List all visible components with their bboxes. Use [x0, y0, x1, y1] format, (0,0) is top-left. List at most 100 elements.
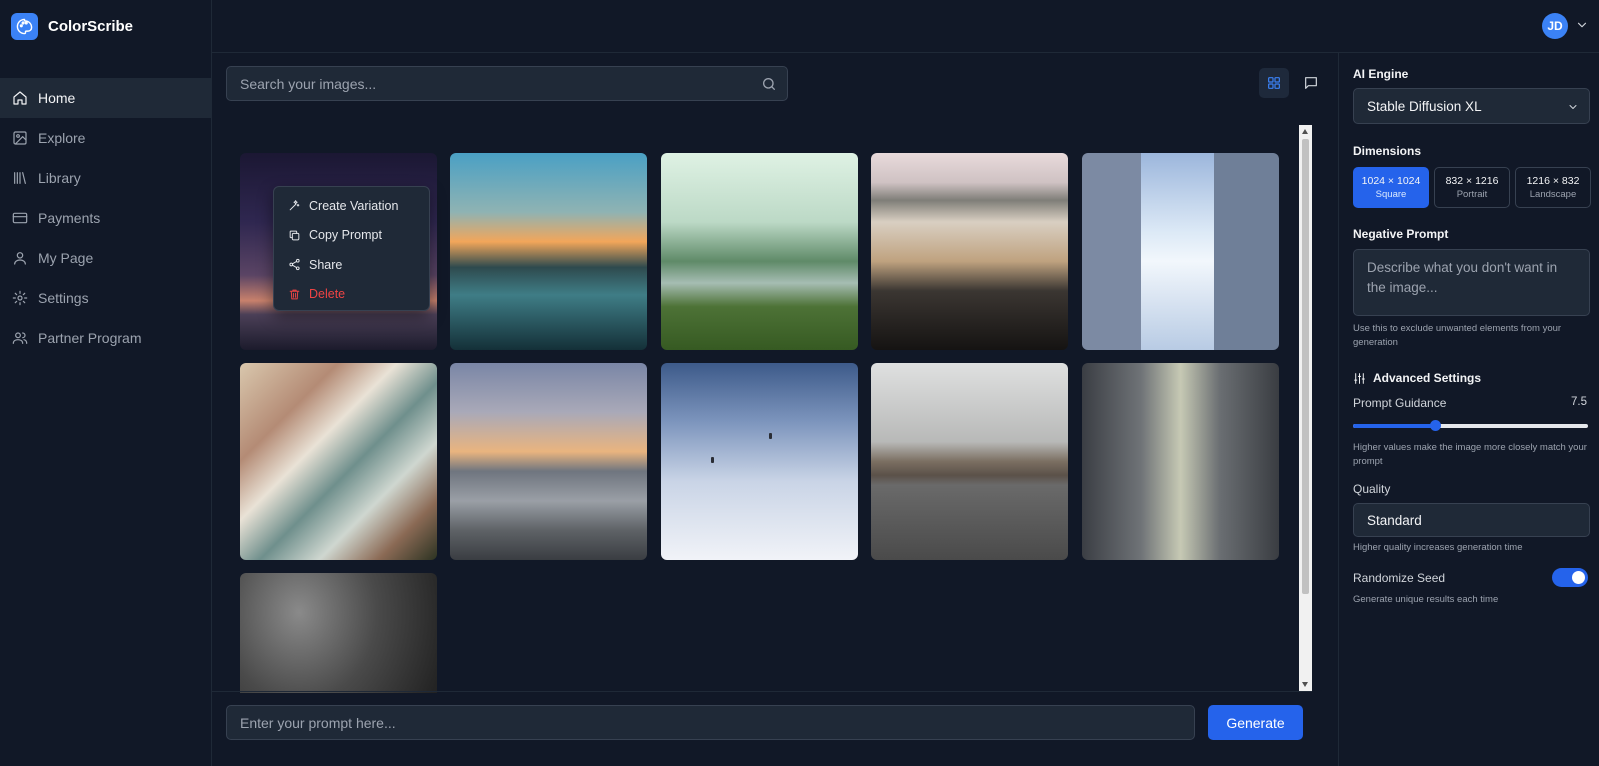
scroll-down-arrow[interactable]: [1302, 682, 1308, 687]
brand[interactable]: ColorScribe: [0, 0, 211, 52]
sidebar-item-explore[interactable]: Explore: [0, 118, 211, 158]
sidebar-nav: Home Explore Library Payments My Page Se…: [0, 78, 211, 358]
toggle-knob: [1572, 571, 1585, 584]
ai-engine-value: Stable Diffusion XL: [1367, 98, 1482, 114]
gallery-scrollbar[interactable]: [1299, 125, 1312, 691]
sliders-icon: [1354, 372, 1365, 384]
dimension-square-option[interactable]: 1024 × 1024 Square: [1353, 167, 1429, 208]
sidebar-item-partner-program[interactable]: Partner Program: [0, 318, 211, 358]
gallery-image-skyscraper[interactable]: [1082, 363, 1279, 560]
generate-button[interactable]: Generate: [1208, 705, 1303, 740]
prompt-input[interactable]: [227, 706, 1194, 739]
dimension-value: 832 × 1216: [1445, 175, 1499, 187]
dimension-label: Square: [1375, 189, 1407, 200]
quality-value: Standard: [1367, 512, 1422, 528]
create-variation-menu-item[interactable]: Create Variation: [274, 191, 429, 221]
advanced-settings-header[interactable]: Advanced Settings: [1353, 371, 1481, 385]
prompt-bar: Generate: [212, 691, 1312, 766]
negative-prompt-input[interactable]: [1354, 250, 1589, 315]
negative-prompt-label: Negative Prompt: [1353, 227, 1449, 241]
randomize-seed-hint: Generate unique results each time: [1353, 594, 1499, 605]
gallery-image-diver[interactable]: [240, 573, 437, 693]
users-icon: [12, 332, 28, 344]
menu-item-label: Delete: [309, 287, 346, 302]
negative-prompt-hint: Use this to exclude unwanted elements fr…: [1353, 323, 1562, 348]
palette-icon: [11, 12, 38, 40]
advanced-settings-label: Advanced Settings: [1373, 371, 1482, 385]
chat-view-button[interactable]: [1296, 68, 1326, 98]
prompt-guidance-value: 7.5: [1571, 396, 1587, 408]
settings-panel: AI Engine Stable Diffusion XL Dimensions…: [1338, 53, 1599, 766]
top-bar: JD: [212, 0, 1599, 53]
copy-prompt-menu-item[interactable]: Copy Prompt: [274, 221, 429, 251]
image-gallery: Create Variation Copy Prompt Share Delet…: [240, 153, 1300, 693]
dimension-value: 1216 × 832: [1526, 175, 1580, 187]
prompt-guidance-slider[interactable]: [1353, 420, 1588, 431]
slider-fill: [1353, 424, 1436, 428]
user-icon: [14, 252, 26, 265]
sidebar-item-label: Home: [38, 90, 76, 106]
ai-engine-select[interactable]: Stable Diffusion XL: [1353, 88, 1590, 124]
trash-icon: [289, 289, 300, 300]
gallery-image-horizon[interactable]: [450, 363, 647, 560]
scroll-thumb[interactable]: [1302, 139, 1309, 594]
gallery-image-beach[interactable]: [871, 153, 1068, 350]
quality-select[interactable]: Standard: [1353, 503, 1590, 537]
randomize-seed-label: Randomize Seed: [1353, 571, 1446, 585]
sidebar-item-label: Partner Program: [38, 330, 142, 346]
menu-item-label: Create Variation: [309, 198, 399, 213]
quality-label: Quality: [1353, 482, 1391, 496]
magic-wand-icon: [289, 200, 300, 211]
library-icon: [14, 172, 26, 184]
negative-prompt-field: [1353, 249, 1590, 316]
dimension-landscape-option[interactable]: 1216 × 832 Landscape: [1515, 167, 1591, 208]
prompt-guidance-hint: Higher values make the image more closel…: [1353, 442, 1587, 467]
grid-view-button[interactable]: [1259, 68, 1289, 98]
chevron-down-icon[interactable]: [1575, 18, 1589, 32]
prompt-guidance-label: Prompt Guidance: [1353, 396, 1447, 410]
prompt-field: [226, 705, 1195, 740]
gallery-image-birds[interactable]: [661, 363, 858, 560]
sidebar-item-label: Explore: [38, 130, 86, 146]
gallery-image-buildings[interactable]: [1082, 153, 1279, 350]
sidebar-item-label: Settings: [38, 290, 89, 306]
menu-item-label: Share: [309, 257, 343, 272]
gallery-image-wave[interactable]: [450, 153, 647, 350]
search-input[interactable]: [227, 67, 787, 100]
scroll-up-arrow[interactable]: [1302, 129, 1308, 134]
dimension-value: 1024 × 1024: [1361, 175, 1421, 187]
avatar[interactable]: JD: [1542, 13, 1568, 39]
dimension-label: Portrait: [1456, 189, 1488, 200]
sidebar-item-payments[interactable]: Payments: [0, 198, 211, 238]
sidebar-item-label: Payments: [38, 210, 101, 226]
sidebar-item-home[interactable]: Home: [0, 78, 211, 118]
image-icon: [13, 131, 27, 145]
chevron-down-icon: [1569, 105, 1577, 109]
grid-icon: [1268, 77, 1280, 89]
copy-icon: [289, 230, 300, 241]
delete-menu-item[interactable]: Delete: [274, 280, 429, 310]
gear-icon: [12, 290, 28, 306]
image-context-menu: Create Variation Copy Prompt Share Delet…: [273, 186, 430, 311]
randomize-seed-toggle[interactable]: [1552, 568, 1588, 587]
gallery-image-van[interactable]: [240, 363, 437, 560]
sidebar-item-label: Library: [38, 170, 81, 186]
gallery-image-valley[interactable]: [661, 153, 858, 350]
brand-name: ColorScribe: [48, 17, 134, 35]
sidebar: ColorScribe Home Explore Library Payment…: [0, 0, 212, 766]
dimension-portrait-option[interactable]: 832 × 1216 Portrait: [1434, 167, 1510, 208]
share-menu-item[interactable]: Share: [274, 250, 429, 280]
dimensions-label: Dimensions: [1353, 144, 1422, 158]
sidebar-item-my-page[interactable]: My Page: [0, 238, 211, 278]
gallery-image-road[interactable]: [871, 363, 1068, 560]
sidebar-item-settings[interactable]: Settings: [0, 278, 211, 318]
sidebar-item-library[interactable]: Library: [0, 158, 211, 198]
slider-handle[interactable]: [1430, 420, 1442, 431]
credit-card-icon: [12, 212, 28, 224]
share-icon: [289, 259, 300, 271]
search-icon[interactable]: [761, 76, 777, 92]
message-icon: [1305, 77, 1317, 89]
sidebar-item-label: My Page: [38, 250, 94, 266]
home-icon: [13, 91, 27, 105]
menu-item-label: Copy Prompt: [309, 228, 382, 243]
